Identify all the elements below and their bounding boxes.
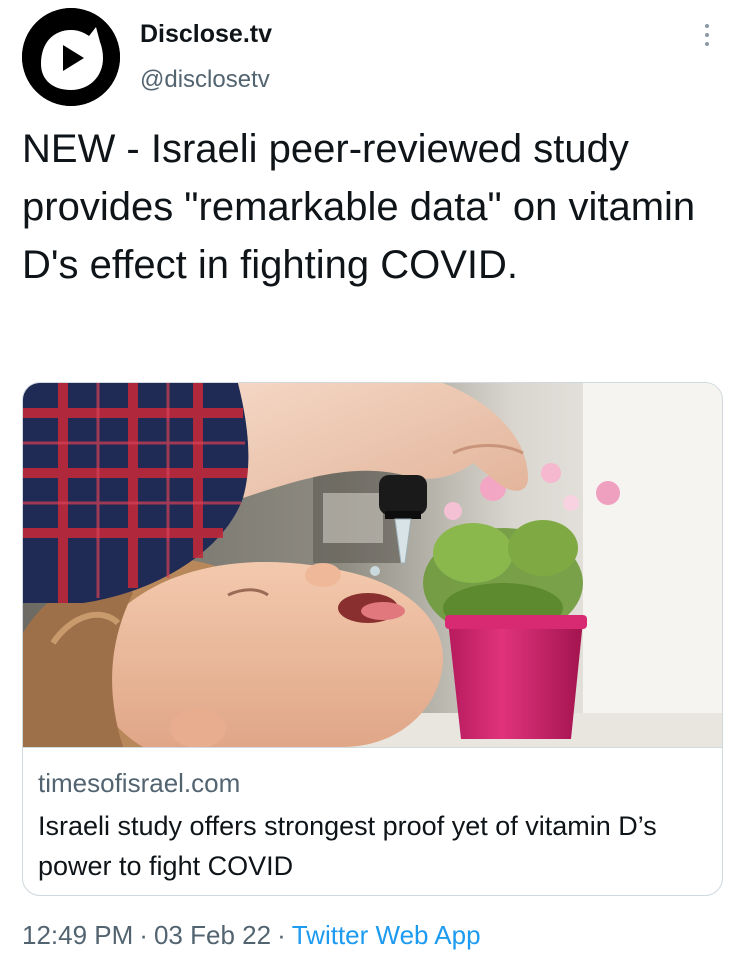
link-card[interactable]: timesofisrael.com Israeli study offers s… [22, 382, 723, 896]
author-handle[interactable]: @disclosetv [140, 66, 270, 94]
tweet-metadata: 12:49 PM · 03 Feb 22 · Twitter Web App [22, 920, 481, 951]
card-image[interactable] [23, 383, 722, 747]
card-domain: timesofisrael.com [38, 768, 241, 798]
card-meta[interactable]: timesofisrael.com Israeli study offers s… [23, 747, 722, 895]
tweet-time[interactable]: 12:49 PM [22, 920, 133, 950]
card-title: Israeli study offers strongest proof yet… [38, 811, 657, 881]
tweet-text: NEW - Israeli peer-reviewed study provid… [22, 127, 696, 287]
avatar[interactable] [22, 8, 120, 106]
separator: · [277, 920, 286, 950]
play-icon [22, 8, 120, 106]
separator: · [139, 920, 148, 950]
author-name[interactable]: Disclose.tv [140, 20, 272, 49]
tweet-date[interactable]: 03 Feb 22 [154, 920, 271, 950]
more-options-icon[interactable] [700, 24, 714, 52]
tweet-source-link[interactable]: Twitter Web App [292, 920, 481, 950]
